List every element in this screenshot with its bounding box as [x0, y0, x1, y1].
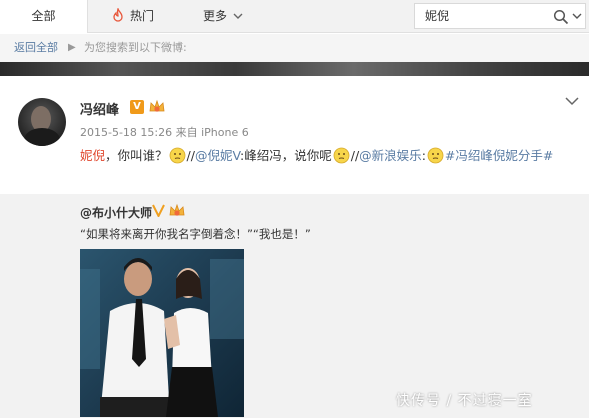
content-text: ，你叫谁？: [105, 148, 168, 163]
content-text: :: [421, 148, 426, 163]
content-text: //: [350, 148, 360, 163]
mention-link[interactable]: @新浪娱乐: [359, 148, 422, 163]
post-options-chevron-icon[interactable]: [565, 96, 579, 106]
post-meta: 2015-5-18 15:26 来自 iPhone 6: [80, 126, 249, 139]
avatar[interactable]: [18, 98, 66, 146]
couple-photo-image: [80, 249, 244, 417]
verified-icon: V: [130, 100, 144, 114]
mention-link[interactable]: @倪妮V: [195, 148, 240, 163]
search-icon[interactable]: [553, 9, 569, 25]
repost-block: @布小什大师 “如果将来离开你我名字倒着念！”“我也是！”: [0, 194, 589, 418]
post-content: 妮倪，你叫谁？ //@倪妮V:峰绍冯，说你呢 //@新浪娱乐: #冯绍峰倪妮分手…: [80, 144, 580, 168]
weibo-post: 冯绍峰 V 2015-5-18 15:26 来自 iPhone 6 妮倪，你叫谁…: [0, 76, 589, 194]
thinking-emoji-icon: [427, 147, 444, 164]
verified-icon: [152, 204, 165, 217]
tab-all-label: 全部: [31, 9, 56, 23]
fire-icon: [113, 8, 123, 22]
hashtag-link[interactable]: #冯绍峰倪妮分手#: [445, 148, 553, 163]
back-to-all-link[interactable]: 返回全部: [14, 34, 58, 62]
top-nav: 全部 热门 更多 妮倪: [0, 0, 589, 33]
post-photo[interactable]: [80, 249, 244, 417]
search-input[interactable]: 妮倪: [414, 3, 586, 29]
member-crown-icon: [169, 203, 185, 216]
breadcrumb-arrow-icon: ▶: [68, 42, 76, 53]
tab-more-label: 更多: [203, 9, 228, 23]
repost-text: “如果将来离开你我名字倒着念！”“我也是！”: [80, 227, 311, 241]
tab-hot[interactable]: 热门: [111, 0, 154, 33]
tab-more[interactable]: 更多: [203, 0, 243, 33]
search-result-hint: 为您搜索到以下微博:: [84, 41, 187, 54]
content-text: :峰绍冯，说你呢: [240, 148, 332, 163]
keyword-highlight: 妮倪: [80, 148, 106, 163]
chevron-down-icon: [233, 13, 243, 19]
thinking-emoji-icon: [169, 147, 185, 164]
watermark-text: 快传号 / 不过寝一室: [396, 393, 533, 409]
member-crown-icon: [149, 99, 165, 112]
tab-all[interactable]: 全部: [0, 0, 88, 33]
repost-username[interactable]: @布小什大师: [80, 204, 152, 221]
search-dropdown-icon[interactable]: [572, 12, 582, 20]
breadcrumb: 返回全部 ▶ 为您搜索到以下微博:: [0, 34, 589, 62]
thinking-emoji-icon: [333, 147, 350, 164]
content-text: //: [186, 148, 195, 163]
cover-image-strip: [0, 62, 589, 76]
tab-hot-label: 热门: [130, 9, 155, 23]
search-value: 妮倪: [425, 9, 450, 23]
post-username[interactable]: 冯绍峰: [80, 99, 119, 118]
